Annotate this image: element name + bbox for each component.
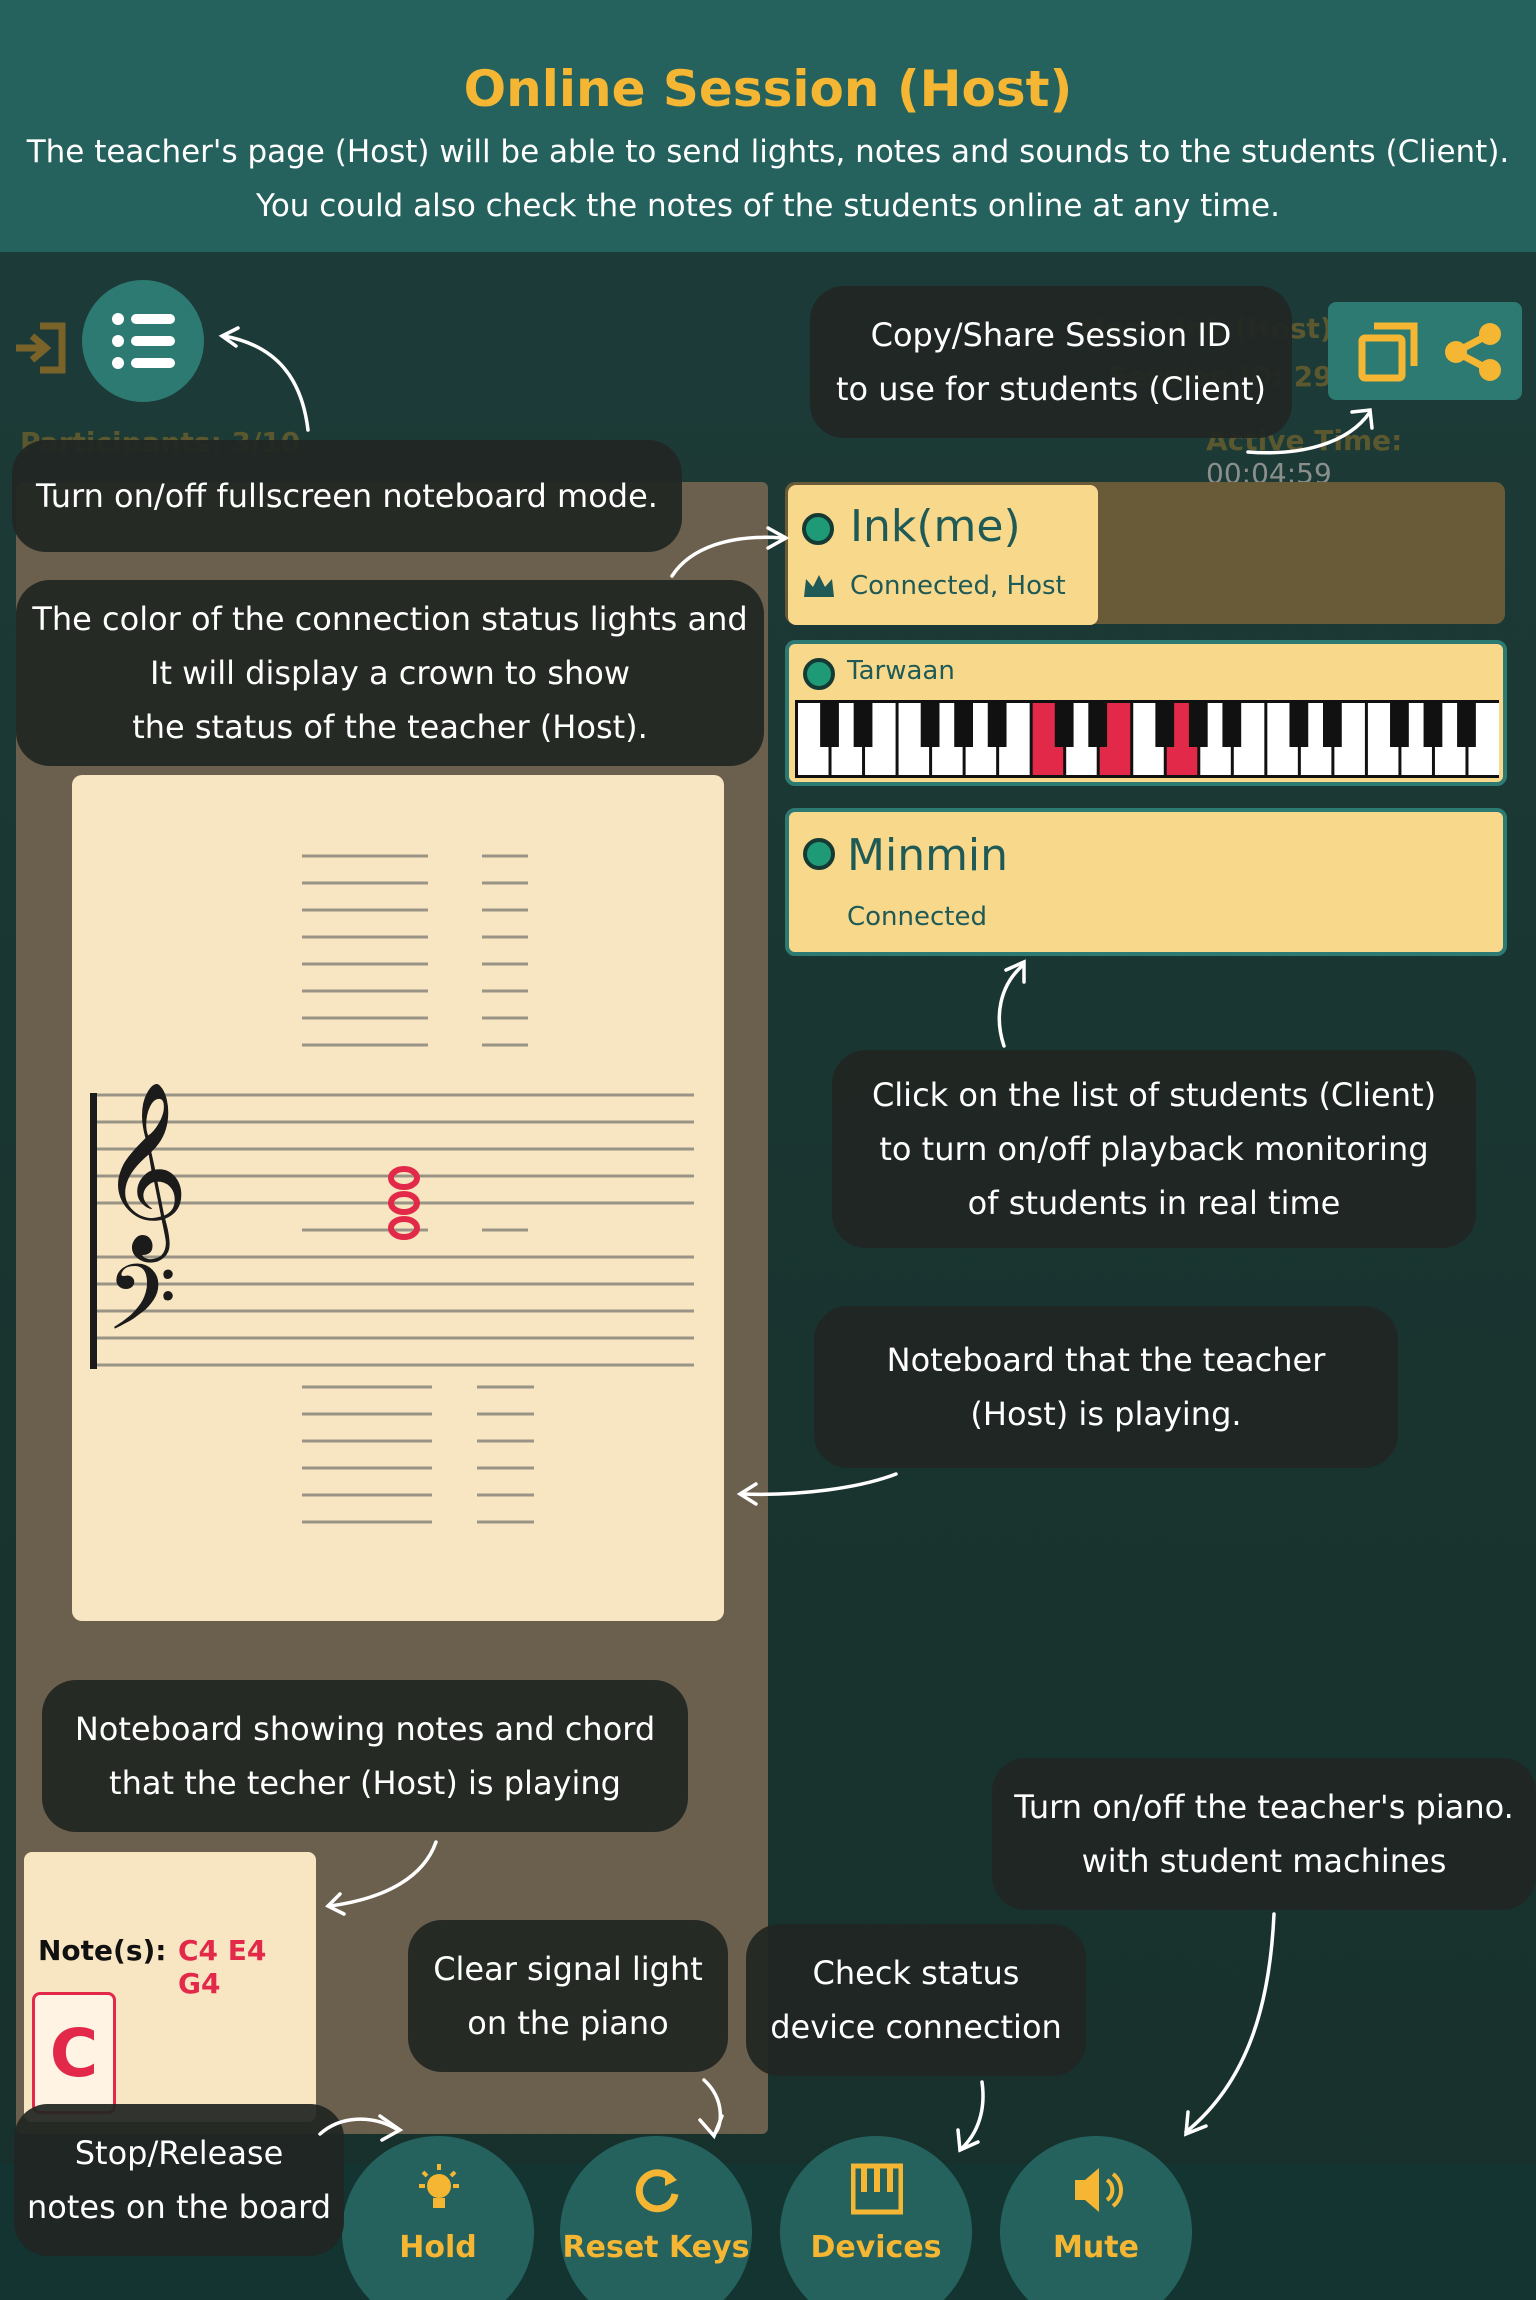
callout-hold-line-2: notes on the board bbox=[26, 2188, 332, 2226]
copy-icon[interactable] bbox=[1358, 322, 1418, 382]
status-light-icon bbox=[803, 658, 835, 690]
notes-label: Note(s): bbox=[38, 1934, 167, 1967]
callout-devices-line-1: Check status bbox=[812, 1954, 1020, 1992]
treble-clef-icon: 𝄞 bbox=[100, 1081, 189, 1263]
hold-button[interactable]: Hold bbox=[342, 2136, 534, 2300]
callout-share-line-2: to use for students (Client) bbox=[835, 370, 1267, 408]
header-description-line-1: The teacher's page (Host) will be able t… bbox=[26, 134, 1510, 170]
callout-share: Copy/Share Session ID to use for student… bbox=[810, 286, 1292, 438]
piano-black-key bbox=[853, 703, 873, 747]
callout-hold: Stop/Release notes on the board bbox=[14, 2104, 344, 2256]
reset-keys-label: Reset Keys bbox=[562, 2230, 750, 2265]
student-row-minmin[interactable]: Minmin Connected bbox=[785, 808, 1507, 956]
header-banner: Online Session (Host) The teacher's page… bbox=[0, 0, 1536, 252]
student-status: Connected bbox=[847, 902, 988, 932]
callout-fullscreen-line-1: Turn on/off fullscreen noteboard mode. bbox=[36, 477, 658, 515]
callout-hold-line-1: Stop/Release bbox=[74, 2134, 284, 2172]
list-icon bbox=[112, 313, 175, 369]
callout-reset-line-1: Clear signal light bbox=[433, 1950, 703, 1988]
piano-keyboard bbox=[795, 700, 1499, 778]
callout-reset-line-2: on the piano bbox=[467, 2004, 669, 2042]
piano-black-key bbox=[920, 703, 940, 747]
piano-black-key bbox=[1054, 703, 1074, 747]
callout-share-line-1: Copy/Share Session ID bbox=[870, 316, 1232, 354]
exit-session-icon[interactable] bbox=[12, 320, 70, 376]
callout-reset: Clear signal light on the piano bbox=[408, 1920, 728, 2072]
callout-student-list-line-3: of students in real time bbox=[967, 1184, 1341, 1222]
grand-staff: 𝄞 𝄢 bbox=[90, 854, 694, 1524]
student-name: Tarwaan bbox=[847, 656, 955, 686]
chord-name: C bbox=[32, 1992, 116, 2114]
student-card-ink[interactable]: Ink(me) Connected, Host bbox=[788, 485, 1098, 625]
piano-black-key bbox=[1289, 703, 1309, 747]
copy-share-session-button[interactable] bbox=[1328, 302, 1522, 400]
lightbulb-icon bbox=[419, 2164, 459, 2208]
hold-label: Hold bbox=[399, 2230, 477, 2265]
callout-mute: Turn on/off the teacher's piano. with st… bbox=[992, 1758, 1536, 1910]
piano-black-key bbox=[987, 703, 1007, 747]
crown-icon bbox=[804, 575, 834, 597]
piano-keys-icon bbox=[851, 2163, 903, 2215]
speaker-icon bbox=[1075, 2168, 1123, 2212]
student-row-tarwaan[interactable]: Tarwaan bbox=[785, 640, 1507, 786]
callout-noteboard-chord-line-1: Noteboard showing notes and chord bbox=[74, 1710, 656, 1748]
student-name: Minmin bbox=[847, 830, 1009, 881]
callout-fullscreen: Turn on/off fullscreen noteboard mode. bbox=[12, 440, 682, 552]
callout-noteboard-teacher-line-2: (Host) is playing. bbox=[970, 1395, 1242, 1433]
status-light-icon bbox=[802, 513, 834, 545]
callout-noteboard-teacher: Noteboard that the teacher (Host) is pla… bbox=[814, 1306, 1398, 1468]
piano-black-key bbox=[1423, 703, 1443, 747]
bass-clef-icon: 𝄢 bbox=[106, 1245, 177, 1373]
callout-mute-line-2: with student machines bbox=[1081, 1842, 1447, 1880]
mute-label: Mute bbox=[1053, 2230, 1139, 2265]
devices-button[interactable]: Devices bbox=[780, 2136, 972, 2300]
piano-black-key bbox=[820, 703, 839, 747]
page-title: Online Session (Host) bbox=[463, 60, 1073, 118]
piano-black-key bbox=[1155, 703, 1175, 747]
callout-noteboard-teacher-line-1: Noteboard that the teacher bbox=[886, 1341, 1326, 1379]
callout-devices-line-2: device connection bbox=[770, 2008, 1062, 2046]
reset-keys-button[interactable]: Reset Keys bbox=[560, 2136, 752, 2300]
status-light-icon bbox=[803, 838, 835, 870]
callout-status-lights-line-3: the status of the teacher (Host). bbox=[132, 708, 648, 746]
student-status: Connected, Host bbox=[850, 571, 1066, 601]
callout-status-lights-line-1: The color of the connection status light… bbox=[32, 600, 748, 638]
piano-black-key bbox=[1222, 703, 1242, 747]
fullscreen-noteboard-button[interactable] bbox=[82, 280, 204, 402]
callout-student-list-line-2: to turn on/off playback monitoring bbox=[879, 1130, 1429, 1168]
student-name: Ink(me) bbox=[850, 501, 1021, 552]
callout-mute-line-1: Turn on/off the teacher's piano. bbox=[1014, 1788, 1514, 1826]
piano-black-key bbox=[1390, 703, 1409, 747]
notes-value: C4 E4 G4 bbox=[178, 1934, 267, 2000]
callout-noteboard-chord-line-2: that the techer (Host) is playing bbox=[109, 1764, 621, 1802]
callout-student-list: Click on the list of students (Client) t… bbox=[832, 1050, 1476, 1248]
piano-black-key bbox=[954, 703, 974, 747]
piano-black-key bbox=[1457, 703, 1476, 747]
devices-label: Devices bbox=[810, 2230, 942, 2265]
callout-devices: Check status device connection bbox=[746, 1924, 1086, 2076]
share-icon[interactable] bbox=[1442, 322, 1506, 382]
piano-black-key bbox=[1322, 703, 1342, 747]
header-description-line-2: You could also check the notes of the st… bbox=[256, 188, 1280, 224]
piano-black-key bbox=[1188, 703, 1208, 747]
callout-status-lights-line-2: It will display a crown to show bbox=[150, 654, 630, 692]
piano-black-key bbox=[1088, 703, 1108, 747]
refresh-icon bbox=[635, 2169, 679, 2213]
mute-button[interactable]: Mute bbox=[1000, 2136, 1192, 2300]
callout-noteboard-chord: Noteboard showing notes and chord that t… bbox=[42, 1680, 688, 1832]
callout-student-list-line-1: Click on the list of students (Client) bbox=[871, 1076, 1437, 1114]
callout-status-lights: The color of the connection status light… bbox=[16, 580, 764, 766]
staff-noteboard: 𝄞 𝄢 bbox=[72, 775, 724, 1621]
